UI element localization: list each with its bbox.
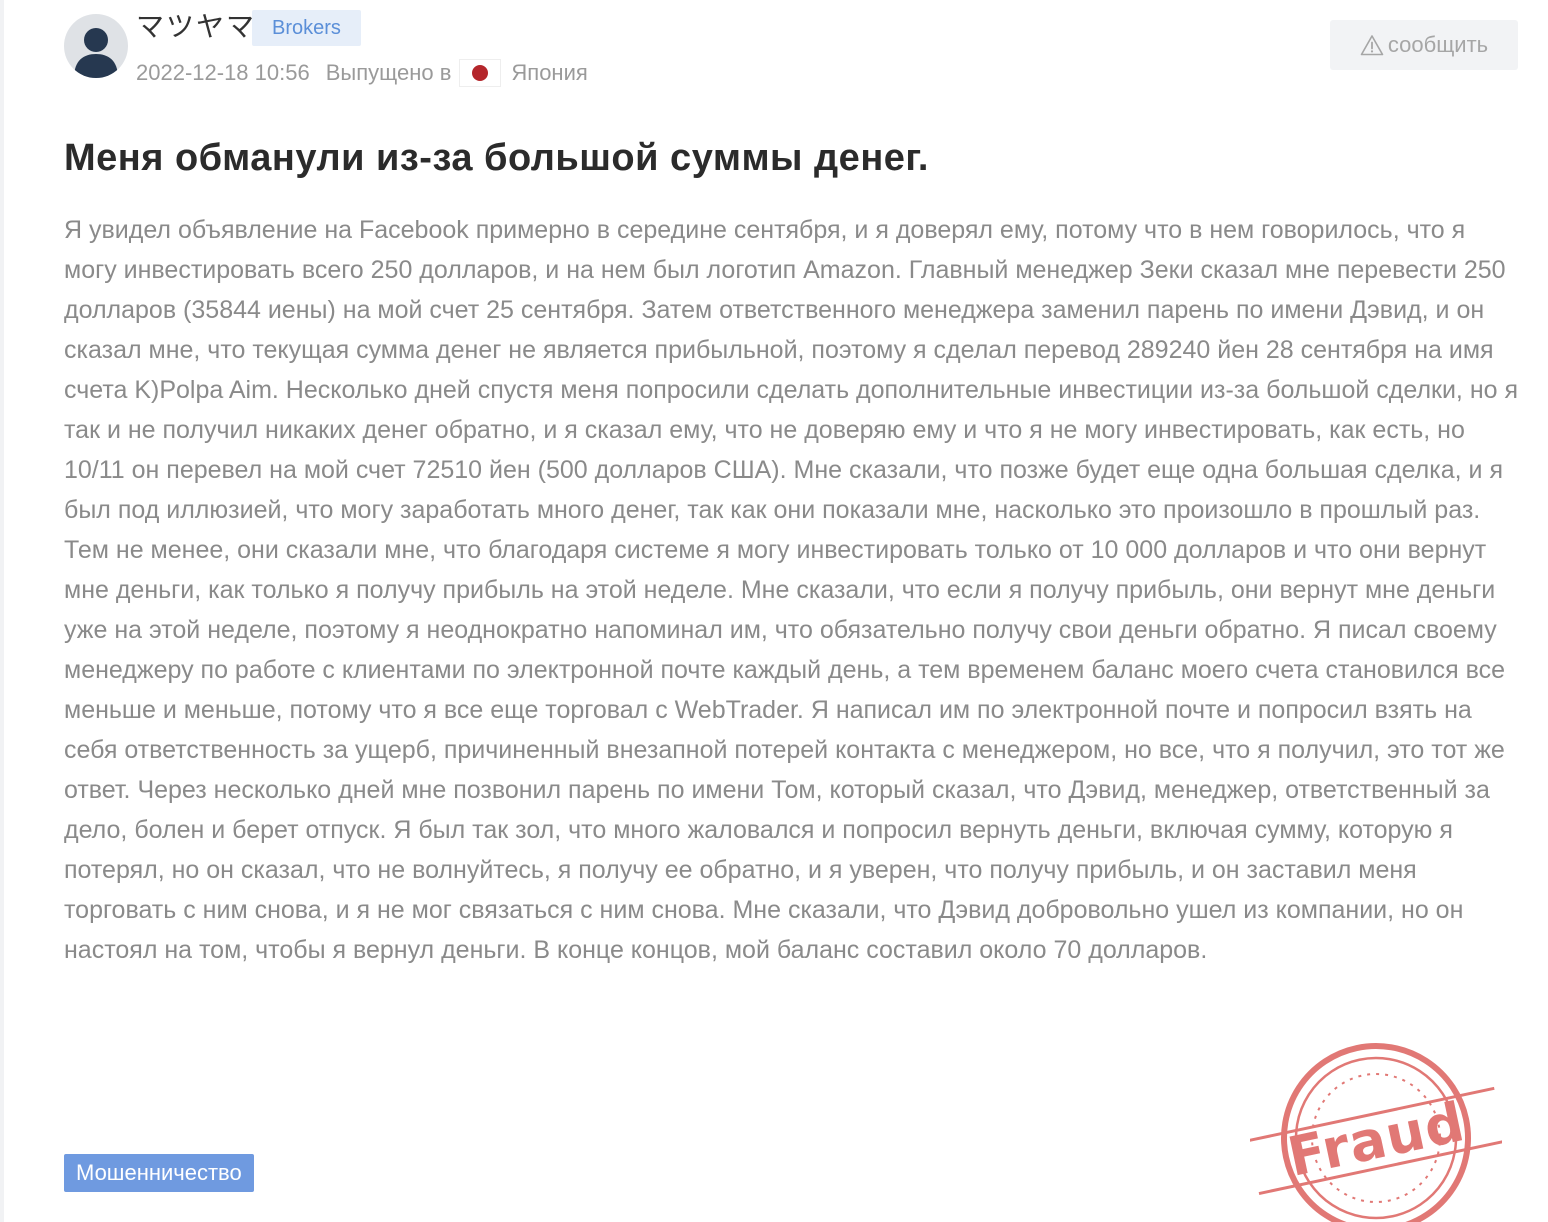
- user-name[interactable]: マツヤマ: [136, 10, 256, 44]
- post-date: 2022-12-18 10:56: [136, 60, 310, 85]
- fraud-stamp-text: Fraud: [1282, 1090, 1470, 1189]
- post-title: Меня обманули из-за большой суммы денег.: [64, 137, 929, 179]
- post-header: マツヤマ Brokers 2022-12-18 10:56 Выпущено в…: [64, 10, 1524, 90]
- user-type-badge: Brokers: [252, 10, 361, 46]
- japan-flag-icon: [459, 59, 502, 87]
- category-tag[interactable]: Мошенничество: [64, 1154, 254, 1192]
- avatar[interactable]: [64, 14, 128, 78]
- warning-icon: [1360, 34, 1384, 56]
- fraud-stamp: Fraud: [1250, 1028, 1502, 1222]
- report-button[interactable]: сообщить: [1330, 20, 1518, 70]
- page-left-rule: [0, 0, 4, 1222]
- user-silhouette-icon: [74, 28, 118, 78]
- issued-in-label: Выпущено в: [325, 60, 452, 85]
- post-body: Я увидел объявление на Facebook примерно…: [64, 216, 1519, 964]
- country-name: Япония: [511, 60, 588, 85]
- report-button-label: сообщить: [1387, 32, 1489, 57]
- post-meta: 2022-12-18 10:56 Выпущено в Япония: [136, 58, 588, 88]
